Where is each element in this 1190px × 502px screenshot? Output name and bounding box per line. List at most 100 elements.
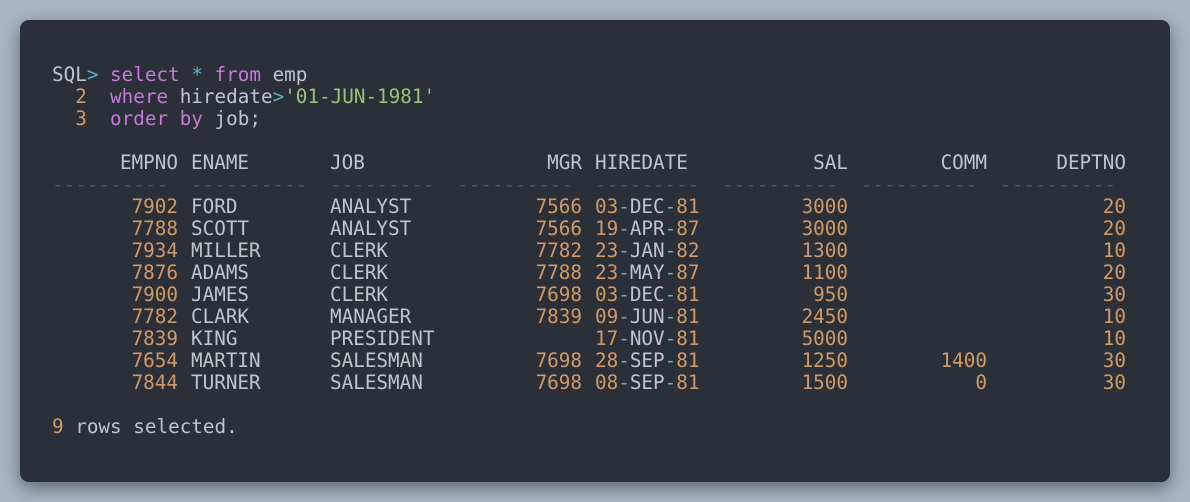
cell-empno: 7654	[131, 349, 178, 372]
hiredate-dash: -	[664, 327, 677, 350]
hiredate-dash: -	[664, 195, 677, 218]
cell-hiredate: 23-MAY-87	[595, 262, 699, 284]
cell-job: SALESMAN	[330, 349, 423, 372]
hiredate-day: 23	[595, 239, 619, 262]
hiredate-month: DEC	[629, 195, 665, 218]
result-separator-row: ---------- ---------- --------- --------…	[0, 174, 1190, 196]
cell-sal: 950	[813, 283, 848, 306]
operator: >	[272, 85, 285, 108]
cell-empno: 7844	[131, 371, 178, 394]
cell-mgr: 7782	[535, 239, 582, 262]
footer-text: rows selected.	[75, 415, 238, 438]
cell-empno: 7782	[131, 305, 178, 328]
cell-sal: 3000	[801, 217, 848, 240]
separator: ----------	[457, 173, 574, 196]
cell-job: ANALYST	[330, 195, 412, 218]
cell-deptno: 10	[1102, 239, 1126, 262]
hiredate-dash: -	[664, 371, 677, 394]
separator: ----------	[191, 173, 308, 196]
cell-deptno: 30	[1102, 283, 1126, 306]
hiredate-dash: -	[664, 217, 677, 240]
keyword: from	[214, 63, 261, 86]
hiredate-dash: -	[618, 327, 630, 350]
cell-deptno: 20	[1102, 195, 1126, 218]
table-name: emp	[272, 63, 308, 86]
header-job: JOB	[330, 151, 365, 174]
hiredate-day: 03	[595, 283, 619, 306]
hiredate-year: 81	[676, 305, 700, 328]
hiredate-day: 19	[595, 217, 619, 240]
cell-deptno: 20	[1102, 261, 1126, 284]
operator: *	[191, 63, 203, 86]
cell-empno: 7934	[131, 239, 178, 262]
hiredate-month: JAN	[629, 239, 665, 262]
hiredate-month: MAY	[629, 261, 665, 284]
hiredate-day: 03	[595, 195, 619, 218]
cell-empno: 7839	[131, 327, 178, 350]
prompt-symbol: >	[86, 63, 99, 86]
hiredate-year: 81	[676, 327, 700, 350]
cell-ename: TURNER	[191, 371, 261, 394]
line-number: 3	[75, 107, 87, 130]
table-row: 7934 MILLER CLERK 7782 23-JAN-82 1300 10	[0, 240, 1190, 262]
cell-hiredate: 23-JAN-82	[595, 240, 699, 262]
query-line-2: 2 where hiredate>'01-JUN-1981'	[52, 86, 435, 108]
cell-ename: SCOTT	[191, 217, 250, 240]
hiredate-month: JUN	[629, 305, 665, 328]
hiredate-month: NOV	[629, 327, 665, 350]
cell-mgr: 7698	[535, 283, 582, 306]
cell-comm: 1400	[940, 349, 987, 372]
cell-hiredate: 08-SEP-81	[595, 372, 699, 394]
hiredate-dash: -	[618, 217, 630, 240]
hiredate-year: 82	[676, 239, 700, 262]
hiredate-dash: -	[618, 239, 630, 262]
hiredate-year: 81	[676, 349, 700, 372]
separator: ----------	[1000, 173, 1117, 196]
hiredate-dash: -	[618, 261, 630, 284]
header-comm: COMM	[940, 151, 987, 174]
cell-hiredate: 09-JUN-81	[595, 306, 699, 328]
table-row: 7902 FORD ANALYST 7566 03-DEC-81 3000 20	[0, 196, 1190, 218]
hiredate-month: SEP	[629, 371, 665, 394]
cell-sal: 5000	[801, 327, 848, 350]
table-row: 7782 CLARK MANAGER 7839 09-JUN-81 2450 10	[0, 306, 1190, 328]
cell-job: PRESIDENT	[330, 327, 435, 350]
cell-ename: JAMES	[191, 283, 250, 306]
table-row: 7844 TURNER SALESMAN 7698 08-SEP-81 1500 0 30	[0, 372, 1190, 394]
hiredate-dash: -	[664, 305, 677, 328]
query-line-3: 3 order by job;	[52, 108, 261, 130]
hiredate-dash: -	[664, 349, 677, 372]
cell-sal: 2450	[801, 305, 848, 328]
header-ename: ENAME	[191, 151, 250, 174]
cell-mgr: 7566	[535, 217, 582, 240]
keyword: where	[110, 85, 169, 108]
cell-hiredate: 17-NOV-81	[595, 328, 699, 350]
hiredate-dash: -	[618, 371, 630, 394]
cell-deptno: 20	[1102, 217, 1126, 240]
cell-empno: 7788	[131, 217, 178, 240]
cell-sal: 3000	[801, 195, 848, 218]
keyword: order	[110, 107, 169, 130]
column-name: hiredate	[179, 85, 273, 108]
cell-empno: 7876	[131, 261, 178, 284]
cell-job: CLERK	[330, 261, 389, 284]
table-row: 7654 MARTIN SALESMAN 7698 28-SEP-81 1250 1400 3…	[0, 350, 1190, 372]
hiredate-dash: -	[618, 349, 630, 372]
header-mgr: MGR	[547, 151, 582, 174]
cell-mgr: 7698	[535, 371, 582, 394]
hiredate-year: 87	[676, 217, 700, 240]
cell-job: ANALYST	[330, 217, 412, 240]
cell-comm: 0	[975, 371, 987, 394]
sql-prompt: SQL	[52, 63, 87, 86]
hiredate-day: 23	[595, 261, 619, 284]
header-sal: SAL	[813, 151, 848, 174]
hiredate-month: DEC	[629, 283, 665, 306]
separator: ----------	[52, 173, 169, 196]
cell-job: CLERK	[330, 239, 389, 262]
separator: ----------	[722, 173, 839, 196]
cell-job: SALESMAN	[330, 371, 423, 394]
cell-mgr: 7788	[535, 261, 582, 284]
cell-mgr: 7698	[535, 349, 582, 372]
cell-hiredate: 28-SEP-81	[595, 350, 699, 372]
string-literal: '01-JUN-1981'	[284, 85, 436, 108]
